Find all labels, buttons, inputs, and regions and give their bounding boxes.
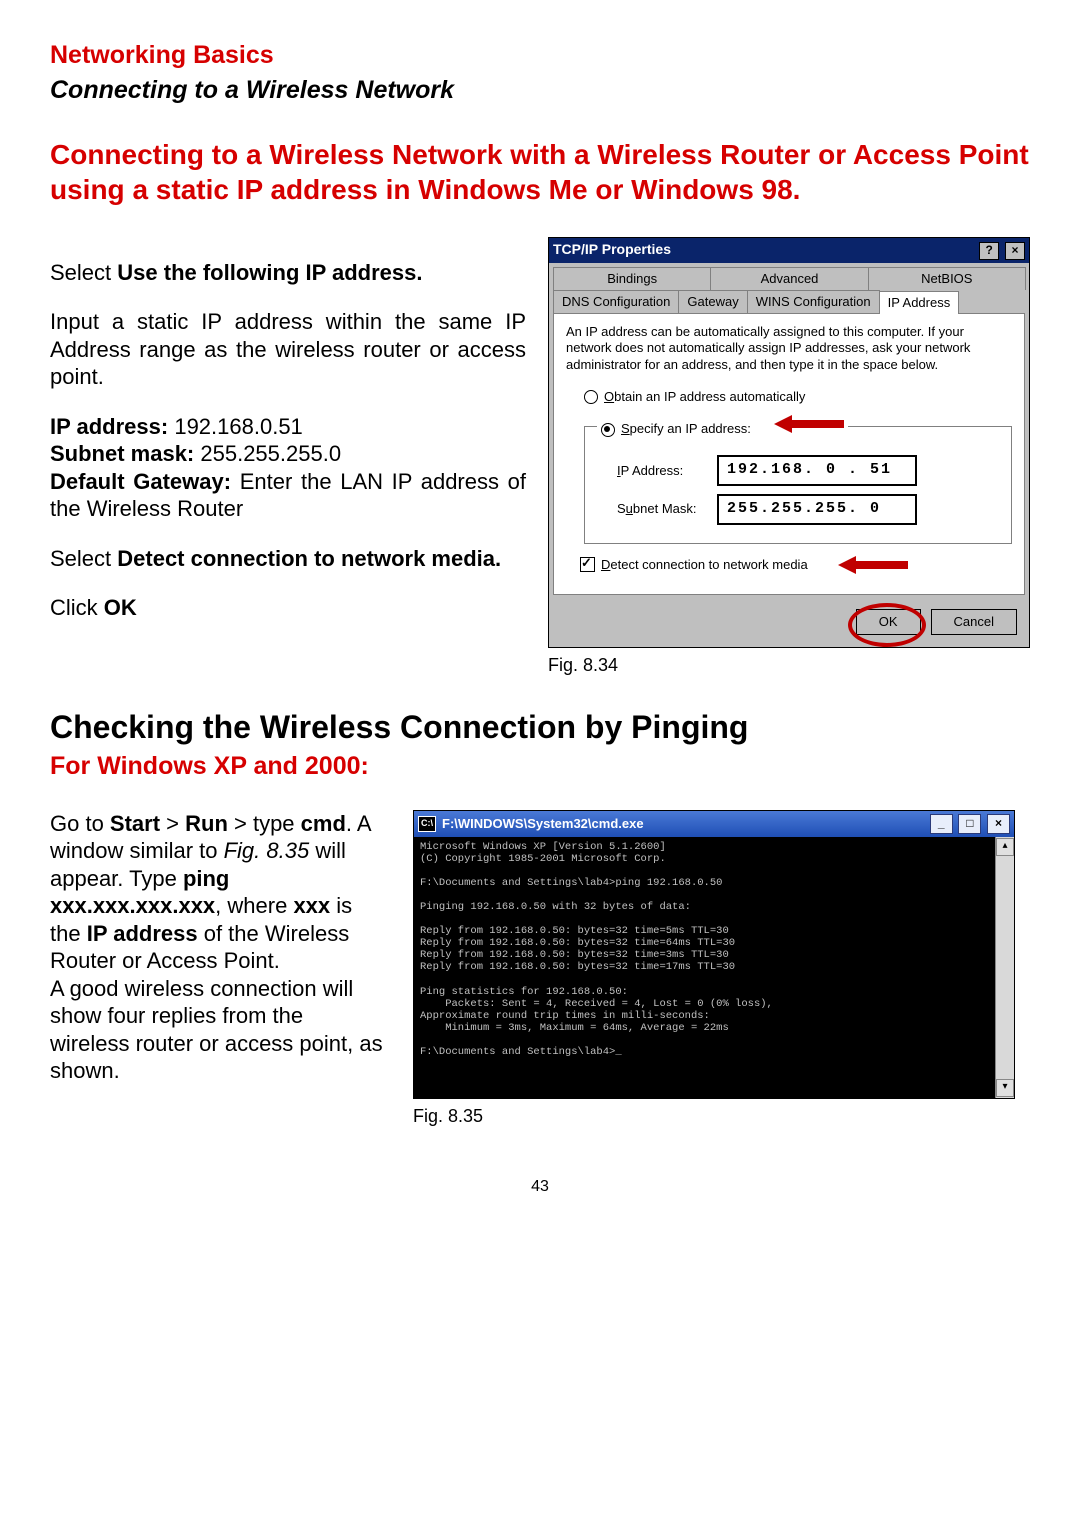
scroll-down-button[interactable]: ▾: [996, 1079, 1014, 1097]
close-button[interactable]: ×: [1005, 242, 1025, 260]
scroll-up-button[interactable]: ▴: [996, 838, 1014, 856]
checkbox-detect-media[interactable]: [580, 557, 595, 572]
tab-netbios[interactable]: NetBIOS: [868, 267, 1026, 290]
tcpip-dialog-figure: TCP/IP Properties ? × Bindings Advanced …: [548, 237, 1030, 677]
cmd-icon: C:\: [418, 816, 436, 832]
label-subnet-mask-field: Subnet Mask:: [617, 501, 717, 517]
label-ip-address-field: IP Address:: [617, 463, 717, 479]
label-default-gateway: Default Gateway:: [50, 469, 240, 494]
info-text: An IP address can be automatically assig…: [566, 324, 1012, 373]
figure-label-835: Fig. 8.35: [413, 1105, 1015, 1128]
close-button[interactable]: ×: [987, 814, 1010, 834]
ip-settings-block: IP address: 192.168.0.51 Subnet mask: 25…: [50, 413, 526, 523]
value-ip-address: 192.168.0.51: [174, 414, 302, 439]
cmd-window: C:\ F:\WINDOWS\System32\cmd.exe _ □ × Mi…: [413, 810, 1015, 1099]
radio-obtain-auto[interactable]: Obtain an IP address automatically: [584, 389, 1012, 405]
radio-specify-ip[interactable]: Specify an IP address:: [597, 415, 848, 437]
section-title: Networking Basics: [50, 40, 1030, 71]
heading-connecting-static-ip: Connecting to a Wireless Network with a …: [50, 137, 1030, 207]
tab-ip-address[interactable]: IP Address: [879, 291, 960, 314]
instruction-input-static: Input a static IP address within the sam…: [50, 308, 526, 391]
label-ip-address: IP address:: [50, 414, 174, 439]
arrow-icon: [774, 415, 844, 433]
arrow-icon: [838, 556, 908, 574]
maximize-button[interactable]: □: [958, 814, 981, 834]
figure-label-834: Fig. 8.34: [548, 654, 1030, 677]
minimize-button[interactable]: _: [930, 814, 953, 834]
tab-wins-configuration[interactable]: WINS Configuration: [747, 290, 880, 313]
scrollbar[interactable]: ▴ ▾: [995, 837, 1014, 1098]
instruction-detect-connection: Select Detect connection to network medi…: [50, 545, 526, 573]
help-button[interactable]: ?: [979, 242, 999, 260]
dialog-title: TCP/IP Properties: [553, 241, 671, 259]
tab-dns-configuration[interactable]: DNS Configuration: [553, 290, 679, 313]
ok-button[interactable]: OK: [856, 609, 921, 635]
instruction-click-ok: Click OK: [50, 594, 526, 622]
cmd-output: Microsoft Windows XP [Version 5.1.2600] …: [414, 837, 995, 1098]
ping-instructions: Go to Start > Run > type cmd. A window s…: [50, 810, 385, 1085]
input-ip-address[interactable]: 192.168. 0 . 51: [717, 455, 917, 486]
cancel-button[interactable]: Cancel: [931, 609, 1017, 635]
tab-gateway[interactable]: Gateway: [678, 290, 747, 313]
tab-advanced[interactable]: Advanced: [710, 267, 868, 290]
subheading-xp-2000: For Windows XP and 2000:: [50, 751, 1030, 782]
cmd-window-figure: C:\ F:\WINDOWS\System32\cmd.exe _ □ × Mi…: [413, 810, 1015, 1128]
tcpip-properties-dialog: TCP/IP Properties ? × Bindings Advanced …: [548, 237, 1030, 649]
cmd-title-text: F:\WINDOWS\System32\cmd.exe: [442, 816, 644, 832]
value-subnet-mask: 255.255.255.0: [200, 441, 341, 466]
tab-bindings[interactable]: Bindings: [553, 267, 711, 290]
page-number: 43: [50, 1177, 1030, 1197]
section-subtitle: Connecting to a Wireless Network: [50, 75, 1030, 106]
instruction-select-ip: Select Use the following IP address.: [50, 259, 526, 287]
checkbox-detect-media-label: Detect connection to network media: [601, 557, 808, 573]
heading-checking-pinging: Checking the Wireless Connection by Ping…: [50, 707, 1030, 747]
label-subnet-mask: Subnet mask:: [50, 441, 200, 466]
input-subnet-mask[interactable]: 255.255.255. 0: [717, 494, 917, 525]
